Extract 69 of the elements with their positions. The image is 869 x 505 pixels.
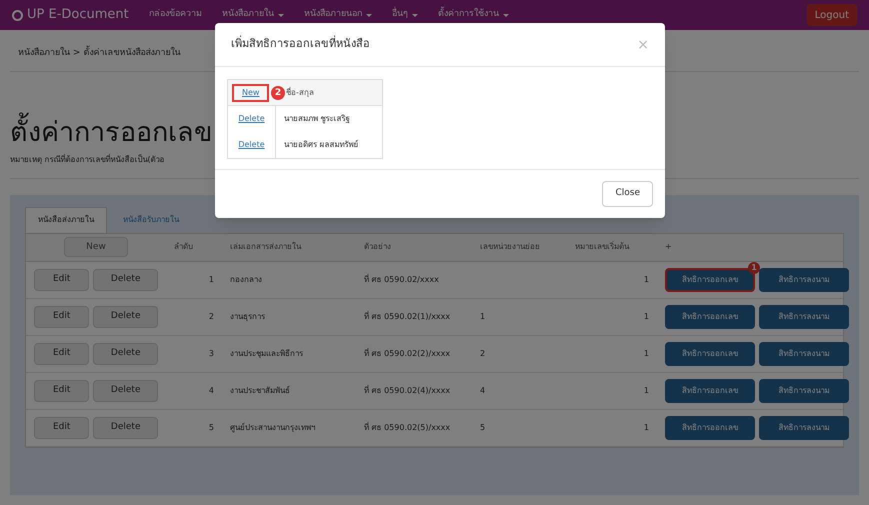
table-cell-text: ที่ ศธ 0590.02(4)/xxxx — [363, 384, 452, 397]
delete-link[interactable]: Delete — [238, 139, 265, 151]
table-cell-text: ที่ ศธ 0590.02(5)/xxxx — [363, 422, 452, 434]
column-header: ตัวอย่าง — [363, 241, 392, 254]
permission-button[interactable]: สิทธิการออกเลข — [665, 342, 755, 366]
new-link[interactable]: New — [232, 84, 270, 102]
close-button[interactable]: Close — [602, 181, 653, 207]
permission-button[interactable]: สิทธิการลงนาม — [759, 342, 849, 366]
column-header: เล่มเอกสารส่งภายใน — [229, 241, 302, 254]
delete-link[interactable]: Delete — [238, 113, 265, 125]
delete-button[interactable]: Delete — [93, 380, 158, 402]
table-cell-text: 4 — [208, 384, 215, 397]
table-cell-text: งานประชาสัมพันธ์ — [229, 384, 291, 397]
permission-button[interactable]: สิทธิการออกเลข — [665, 416, 755, 440]
table-cell-text: กองกลาง — [229, 274, 263, 286]
table-cell-text: 4 — [479, 384, 486, 397]
nav-menu-item[interactable]: ตั้งค่าการใช้งาน — [438, 8, 509, 22]
permission-button[interactable]: สิทธิการลงนาม — [759, 304, 849, 329]
column-header: หมายเลขเริ่มต้น — [574, 241, 630, 254]
table-cell-text: ศูนย์ประสานงานกรุงเทพฯ — [229, 422, 316, 434]
nav-menu-item[interactable]: กล่องข้อความ — [148, 8, 202, 22]
nav-menu-item[interactable]: อื่นๆ — [392, 8, 418, 22]
table-cell-text: ที่ ศธ 0590.02(2)/xxxx — [363, 348, 452, 360]
table-cell-text: 1 — [642, 422, 650, 434]
table-cell-text: 1 — [479, 310, 486, 323]
logout-button[interactable]: Logout — [806, 4, 857, 26]
column-header: ชื่อ-สกุล — [286, 86, 314, 98]
column-header: ลำดับ — [173, 241, 194, 254]
delete-button[interactable]: Delete — [93, 268, 158, 291]
delete-button[interactable]: Delete — [93, 342, 158, 365]
column-header: เลขหน่วยงานย่อย — [479, 241, 541, 254]
table-cell-text: งานธุรการ — [229, 310, 266, 323]
permission-button[interactable]: สิทธิการออกเลข — [665, 378, 755, 403]
permission-button[interactable]: สิทธิการลงนาม — [759, 378, 849, 403]
table-cell-text: 1 — [642, 348, 650, 360]
tab[interactable]: หนังสือส่งภายใน — [25, 206, 107, 233]
table-cell-text: 2 — [208, 310, 215, 323]
brand-logo[interactable]: UP E-Document — [12, 5, 129, 25]
table-cell-text: 3 — [208, 348, 215, 360]
nav-menu-item[interactable]: หนังสือภายใน — [222, 8, 284, 22]
table-cell-text: 1 — [642, 310, 650, 323]
table-cell-text: ที่ ศธ 0590.02(1)/xxxx — [363, 310, 452, 323]
table-cell-text: 1 — [642, 274, 650, 286]
step-badge: 2 — [271, 86, 285, 100]
modal-title: เพิ่มสิทธิการออกเลขที่หนังสือ — [231, 36, 370, 52]
permission-button[interactable]: สิทธิการลงนาม — [759, 268, 849, 292]
table-cell-text: 5 — [479, 422, 486, 434]
permission-button[interactable]: สิทธิการลงนาม — [759, 416, 849, 440]
nav-menu-item[interactable]: หนังสือภายนอก — [304, 8, 372, 22]
table-cell-text: 1 — [642, 384, 650, 397]
table-cell-text: ที่ ศธ 0590.02/xxxx — [363, 274, 440, 286]
edit-button[interactable]: Edit — [34, 268, 90, 291]
delete-button[interactable]: Delete — [93, 306, 158, 328]
edit-button[interactable]: Edit — [34, 380, 90, 402]
edit-button[interactable]: Edit — [34, 416, 90, 439]
table-cell-text: งานประชุมและพิธีการ — [229, 348, 304, 360]
breadcrumb: หนังสือภายใน > ตั้งค่าเลขหนังสือส่งภายใน — [18, 46, 180, 60]
edit-button[interactable]: Edit — [34, 306, 90, 328]
table-cell-text: 5 — [208, 422, 215, 434]
delete-button[interactable]: Delete — [93, 416, 158, 439]
table-cell-text: นายสมภพ ชูระเสริฐ — [283, 113, 351, 125]
permission-button[interactable]: สิทธิการออกเลข — [665, 304, 755, 329]
table-cell-text: นายอดิศร ผลสมทรัพย์ — [283, 139, 360, 151]
tab[interactable]: หนังสือรับภายใน — [111, 206, 191, 233]
edit-button[interactable]: Edit — [34, 342, 90, 365]
table-cell-text: 1 — [208, 274, 215, 286]
column-header: + — [664, 241, 673, 254]
table-cell-text: 2 — [479, 348, 486, 360]
new-button[interactable]: New — [64, 237, 128, 258]
